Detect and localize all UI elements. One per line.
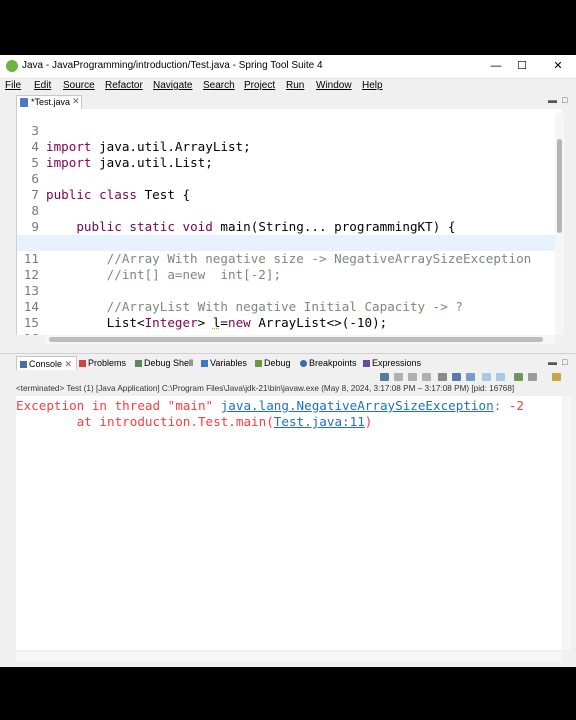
debug-icon — [255, 360, 262, 367]
stacktrace-link[interactable]: Test.java:11 — [274, 414, 365, 429]
tab-breakpoints[interactable]: Breakpoints — [300, 356, 357, 370]
problems-icon — [79, 360, 86, 367]
remove-launch-icon[interactable] — [408, 373, 417, 381]
editor-maximize-icon[interactable]: □ — [562, 95, 567, 105]
variables-icon — [201, 360, 208, 367]
console-toolbar — [0, 371, 576, 383]
current-code-line: 11 //int[] a=new int[-2]; — [17, 235, 562, 282]
process-status: <terminated> Test (1) [Java Application]… — [16, 384, 515, 393]
code-line: 4 import java.util.List; — [17, 123, 562, 170]
tab-debug[interactable]: Debug — [255, 356, 291, 370]
tab-expressions[interactable]: Expressions — [363, 356, 421, 370]
menu-edit[interactable]: Edit — [34, 80, 51, 91]
exception-link[interactable]: java.lang.NegativeArraySizeException — [221, 398, 494, 413]
menu-search[interactable]: Search — [203, 80, 235, 91]
code-line: 16 } — [17, 315, 562, 335]
console-close-icon[interactable]: ✕ — [65, 359, 73, 369]
terminate-icon[interactable] — [394, 373, 403, 381]
word-wrap-icon[interactable] — [466, 373, 475, 381]
tab-console[interactable]: Console ✕ — [16, 356, 78, 370]
menu-help[interactable]: Help — [362, 80, 383, 91]
console-line: Exception in thread "main" java.lang.Neg… — [16, 398, 525, 413]
code-line: 5 — [17, 139, 562, 170]
code-line: 3 import java.util.ArrayList; — [17, 109, 562, 154]
console-output[interactable]: Exception in thread "main" java.lang.Neg… — [16, 396, 562, 650]
breakpoints-icon — [300, 360, 307, 367]
line-number: 16 — [21, 331, 39, 335]
remove-all-icon[interactable] — [422, 373, 431, 381]
editor-tab-bar: *Test.java ✕ ▬ □ — [0, 95, 576, 109]
close-button[interactable]: ✕ — [546, 57, 570, 75]
tab-close-icon[interactable]: ✕ — [72, 96, 80, 107]
minimize-button[interactable]: — — [484, 57, 508, 75]
window-title: Java - JavaProgramming/introduction/Test… — [22, 60, 323, 71]
pin-icon[interactable] — [380, 373, 389, 381]
display-console-icon[interactable] — [514, 373, 523, 381]
editor-horizontal-scrollbar[interactable] — [45, 335, 555, 344]
console-line: at introduction.Test.main(Test.java:11) — [16, 414, 373, 429]
tab-variables[interactable]: Variables — [201, 356, 247, 370]
console-horizontal-scrollbar[interactable] — [16, 652, 562, 662]
code-line: 9 — [17, 203, 562, 234]
debug-shell-icon — [135, 360, 142, 367]
console-maximize-icon[interactable]: □ — [562, 357, 567, 367]
title-bar: Java - JavaProgramming/introduction/Test… — [0, 55, 576, 77]
console-vertical-scrollbar[interactable] — [562, 396, 571, 650]
show-on-output-icon[interactable] — [482, 373, 491, 381]
java-file-icon — [20, 98, 28, 107]
menu-file[interactable]: File — [5, 80, 21, 91]
ide-window: Java - JavaProgramming/introduction/Test… — [0, 55, 576, 667]
code-line: 10 //Array With negative size -> Negativ… — [17, 219, 562, 266]
show-on-error-icon[interactable] — [496, 373, 505, 381]
tab-problems[interactable]: Problems — [79, 356, 126, 370]
maximize-button[interactable]: ☐ — [510, 57, 534, 75]
menu-run[interactable]: Run — [286, 80, 304, 91]
code-line: 8 public static void main(String... prog… — [17, 187, 562, 234]
menu-refactor[interactable]: Refactor — [105, 80, 143, 91]
tab-test-java[interactable]: *Test.java ✕ — [16, 95, 82, 109]
tab-label: *Test.java — [31, 97, 71, 107]
menu-bar: File Edit Source Refactor Navigate Searc… — [0, 77, 576, 95]
scroll-lock-icon[interactable] — [452, 373, 461, 381]
clear-console-icon[interactable] — [438, 373, 447, 381]
editor-minimize-icon[interactable]: ▬ — [548, 95, 557, 105]
menu-window[interactable]: Window — [316, 80, 352, 91]
open-console-icon[interactable] — [528, 373, 537, 381]
console-minimize-icon[interactable]: ▬ — [548, 357, 557, 367]
new-console-icon[interactable] — [552, 373, 561, 381]
console-tab-bar: Console ✕ Problems Debug Shell Variables… — [0, 353, 576, 371]
code-line: 7 — [17, 171, 562, 202]
menu-project[interactable]: Project — [244, 80, 275, 91]
menu-source[interactable]: Source — [63, 80, 95, 91]
code-line: 15 — [17, 299, 562, 330]
editor-vertical-scrollbar[interactable] — [555, 113, 564, 335]
code-line: 12 — [17, 251, 562, 282]
spring-logo-icon — [6, 60, 18, 72]
code-line: 14 List<Integer> l=new ArrayList<>(-10); — [17, 283, 562, 330]
menu-navigate[interactable]: Navigate — [153, 80, 192, 91]
expressions-icon — [363, 360, 370, 367]
code-editor[interactable]: 3 import java.util.ArrayList; 4 import j… — [16, 109, 562, 335]
console-icon — [20, 361, 27, 368]
code-line: 13 //ArrayList With negative Initial Cap… — [17, 267, 562, 314]
tab-debug-shell[interactable]: Debug Shell — [135, 356, 193, 370]
code-line: 6 public class Test { — [17, 155, 562, 202]
